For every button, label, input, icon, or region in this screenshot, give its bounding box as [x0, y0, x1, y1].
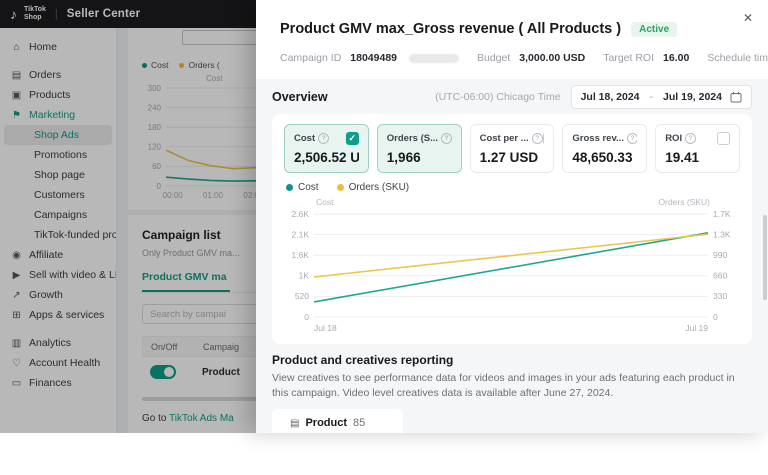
- svg-text:990: 990: [713, 250, 727, 260]
- metric-checkbox[interactable]: ✓: [346, 132, 359, 145]
- svg-text:0: 0: [713, 312, 718, 322]
- orders-dot-icon: [337, 184, 344, 191]
- redacted-value: [409, 54, 459, 63]
- drawer-body: Overview (UTC-06:00) Chicago Time Jul 18…: [256, 79, 768, 433]
- svg-text:1.6K: 1.6K: [292, 250, 310, 260]
- svg-text:1.7K: 1.7K: [713, 209, 731, 219]
- metric-value: 1,966: [387, 150, 452, 165]
- close-icon[interactable]: ✕: [743, 12, 753, 24]
- metric-card-orders-s[interactable]: Orders (S...?✓1,966: [377, 124, 462, 173]
- info-schedule-time: Schedule time2024-07-18 15:09:28: [707, 52, 768, 64]
- legend-item-cost[interactable]: Cost: [286, 182, 319, 193]
- metric-label: Cost: [294, 133, 315, 144]
- info-value: 16.00: [663, 52, 689, 64]
- info-label: Campaign ID: [280, 52, 341, 64]
- svg-text:Jul 18: Jul 18: [314, 323, 337, 333]
- info-value: 3,000.00 USD: [519, 52, 585, 64]
- axis-titles: Cost Orders (SKU): [316, 197, 710, 207]
- metric-label: Gross rev...: [572, 133, 624, 144]
- svg-text:2.6K: 2.6K: [292, 209, 310, 219]
- svg-text:660: 660: [713, 271, 727, 281]
- info-target-roi: Target ROI 16.00: [603, 52, 689, 64]
- metric-value: 1.27 USD: [480, 150, 545, 165]
- overview-header-row: Overview (UTC-06:00) Chicago Time Jul 18…: [256, 79, 768, 114]
- drawer-header: ✕ Product GMV max_Gross revenue ( All Pr…: [256, 0, 768, 79]
- product-count: 85: [353, 417, 365, 429]
- info-tooltip-icon[interactable]: ?: [532, 133, 543, 144]
- metric-value: 48,650.33 U...: [572, 150, 637, 165]
- overview-panel: Cost?✓2,506.52 USDOrders (S...?✓1,966Cos…: [272, 114, 752, 344]
- metric-label: Orders (S...: [387, 133, 438, 144]
- svg-text:Jul 19: Jul 19: [685, 323, 708, 333]
- campaign-info-row: Campaign ID 18049489 Budget 3,000.00 USD Tar…: [280, 52, 744, 64]
- reporting-section: Product and creatives reporting View cre…: [256, 344, 768, 433]
- info-tooltip-icon[interactable]: ?: [318, 133, 329, 144]
- metric-card-cost-per[interactable]: Cost per ...? 1.27 USD: [470, 124, 555, 173]
- metric-label: Cost per ...: [480, 133, 529, 144]
- date-end: Jul 19, 2024: [663, 91, 722, 103]
- info-label: Schedule time: [707, 52, 768, 64]
- metric-checkbox[interactable]: [717, 132, 730, 145]
- campaign-detail-drawer: ✕ Product GMV max_Gross revenue ( All Pr…: [256, 0, 768, 433]
- svg-text:1K: 1K: [299, 271, 310, 281]
- reporting-description: View creatives to see performance data f…: [272, 371, 752, 401]
- overview-title: Overview: [272, 90, 435, 104]
- campaign-title: Product GMV max_Gross revenue ( All Prod…: [280, 21, 621, 37]
- metric-label: ROI: [665, 133, 682, 144]
- info-value: 18049489: [350, 52, 397, 64]
- info-tooltip-icon[interactable]: ?: [685, 133, 696, 144]
- product-box-icon: ▤: [290, 418, 299, 429]
- info-budget: Budget 3,000.00 USD: [477, 52, 585, 64]
- left-axis-title: Cost: [316, 197, 333, 207]
- date-range-picker[interactable]: Jul 18, 2024 - Jul 19, 2024: [571, 85, 752, 109]
- svg-text:2.1K: 2.1K: [292, 229, 310, 239]
- metric-card-roi[interactable]: ROI? 19.41: [655, 124, 740, 173]
- metric-checkbox[interactable]: [543, 132, 545, 145]
- metric-cards-row: Cost?✓2,506.52 USDOrders (S...?✓1,966Cos…: [284, 124, 740, 173]
- legend-item-orders-sku[interactable]: Orders (SKU): [337, 182, 410, 193]
- info-label: Target ROI: [603, 52, 654, 64]
- calendar-icon: [730, 91, 742, 103]
- metric-card-cost[interactable]: Cost? ✓ 2,506.52 USD: [284, 124, 369, 173]
- reporting-title: Product and creatives reporting: [272, 353, 752, 367]
- tab-product[interactable]: ▤ Product 85: [272, 409, 403, 433]
- right-axis-title: Orders (SKU): [659, 197, 710, 207]
- svg-text:520: 520: [295, 291, 309, 301]
- timezone-label: (UTC-06:00) Chicago Time: [435, 91, 560, 103]
- svg-text:330: 330: [713, 291, 727, 301]
- svg-text:0: 0: [304, 312, 309, 322]
- overview-line-chart: 2.6K 1.7K 2.1K 1.3K 1.6K 990 1K 660 520 330 0 0 Jul …: [284, 208, 740, 334]
- date-separator: -: [650, 91, 654, 103]
- metric-value: 2,506.52 USD: [294, 150, 359, 165]
- info-tooltip-icon[interactable]: ?: [627, 133, 637, 144]
- chart-legend: Cost Orders (SKU): [286, 182, 738, 193]
- vertical-scrollbar-thumb[interactable]: [763, 215, 767, 300]
- info-campaign-id: Campaign ID 18049489: [280, 52, 459, 64]
- info-tooltip-icon[interactable]: ?: [441, 133, 452, 144]
- status-badge: Active: [631, 22, 677, 37]
- cost-dot-icon: [286, 184, 293, 191]
- date-start: Jul 18, 2024: [581, 91, 640, 103]
- metric-value: 19.41: [665, 150, 730, 165]
- metric-card-gross-rev[interactable]: Gross rev...? 48,650.33 U...: [562, 124, 647, 173]
- info-label: Budget: [477, 52, 510, 64]
- svg-text:1.3K: 1.3K: [713, 229, 731, 239]
